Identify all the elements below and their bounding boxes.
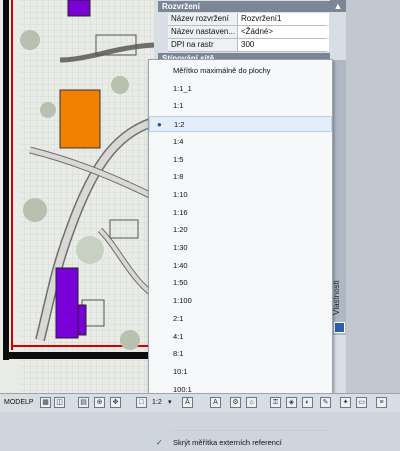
scale-menu-item[interactable]: 8:1 xyxy=(149,346,332,362)
chevron-down-icon[interactable]: ▾ xyxy=(168,397,172,409)
scale-menu-item-label: 1:100 xyxy=(173,296,192,306)
property-value[interactable]: 300 xyxy=(238,39,329,51)
palette-title: Vlastnosti xyxy=(332,280,341,315)
scale-menu-item-label: 1:16 xyxy=(173,207,188,217)
scale-menu-item[interactable]: 1:100 xyxy=(149,293,332,309)
customization-icon[interactable]: ≡ xyxy=(376,397,387,408)
menu-separator xyxy=(171,430,329,431)
scale-menu-item[interactable]: Měřítko maximálně do plochy xyxy=(149,63,332,79)
property-value[interactable]: <Žádné> xyxy=(238,26,329,38)
auto-scale-icon[interactable]: A xyxy=(210,397,221,408)
model-space-icon[interactable]: ▤ xyxy=(78,397,89,408)
drawing-canvas[interactable] xyxy=(0,0,160,393)
hide-xref-scales-toggle[interactable]: ✓ Skrýt měřítka externích referencí xyxy=(149,435,332,451)
section-header-layout[interactable]: Rozvržení xyxy=(158,1,330,12)
property-key: Název rozvržení xyxy=(168,13,238,25)
scale-menu-item[interactable]: 2:1 xyxy=(149,311,332,327)
property-row-layout-name[interactable]: Název rozvržení Rozvržení1 xyxy=(168,13,329,26)
scale-menu-item-label: 1:50 xyxy=(173,278,188,288)
scale-menu-item-label: 1:8 xyxy=(173,172,184,182)
collapse-icon[interactable]: ▲ xyxy=(330,0,346,12)
scale-menu-item-label: 1:40 xyxy=(173,260,188,270)
selected-bullet-icon: ● xyxy=(157,120,162,130)
property-row-dpi[interactable]: DPI na rastr 300 xyxy=(168,39,329,52)
scale-menu-item[interactable]: 10:1 xyxy=(149,364,332,380)
scale-menu-item[interactable]: 1:16 xyxy=(149,205,332,221)
scale-menu-item-label: 1:20 xyxy=(173,225,188,235)
scale-menu-item-label: 2:1 xyxy=(173,313,184,323)
scale-menu-item[interactable]: 1:1 xyxy=(149,98,332,114)
toolbar-lock-icon[interactable]: ⚿ xyxy=(270,397,281,408)
model-layout-toggle[interactable]: MODELP xyxy=(4,397,34,409)
scale-menu-item[interactable]: 1:4 xyxy=(149,134,332,150)
wrench-icon[interactable]: ✎ xyxy=(320,397,331,408)
scale-menu-item[interactable]: 1:10 xyxy=(149,187,332,203)
property-row-page-setup[interactable]: Název nastaven... <Žádné> xyxy=(168,26,329,39)
hide-xref-scales-label: Skrýt měřítka externích referencí xyxy=(173,438,282,447)
scale-menu-item-label: 1:2 xyxy=(174,120,185,130)
scale-menu-item-label: Měřítko maximálně do plochy xyxy=(173,66,271,75)
annotation-visibility-icon[interactable]: Å xyxy=(182,397,193,408)
pan-icon[interactable]: ✥ xyxy=(110,397,121,408)
properties-icon[interactable] xyxy=(334,322,345,333)
annotation-scale-button[interactable]: 1:2 xyxy=(152,397,162,409)
checkmark-icon: ✓ xyxy=(156,438,163,447)
zoom-icon[interactable]: ⊕ xyxy=(94,397,105,408)
scale-menu-item[interactable]: ● 1:2 xyxy=(149,116,332,133)
property-key: DPI na rastr xyxy=(168,39,238,51)
status-bar: MODELP ▦ ◫ ▤ ⊕ ✥ □ 1:2 ▾ Å A ⚙ ⌂ ⚿ ◈ ◐ ✎… xyxy=(0,393,400,412)
layout-icon[interactable]: ▦ xyxy=(40,397,51,408)
scale-menu-item[interactable]: 1:5 xyxy=(149,152,332,168)
scale-menu-item[interactable]: 4:1 xyxy=(149,329,332,345)
scale-menu-item[interactable]: 1:8 xyxy=(149,169,332,185)
scale-menu-item[interactable]: 1:50 xyxy=(149,275,332,291)
lightbulb-icon[interactable]: ✦ xyxy=(340,397,351,408)
workspace-icon[interactable]: ⚙ xyxy=(230,397,241,408)
quick-view-icon[interactable]: ◫ xyxy=(54,397,65,408)
scale-menu-item-label: 1:1_1 xyxy=(173,83,192,93)
scale-menu-item[interactable]: 1:20 xyxy=(149,222,332,238)
isolate-objects-icon[interactable]: ◐ xyxy=(302,397,313,408)
map-drawing xyxy=(0,0,160,393)
property-value[interactable]: Rozvržení1 xyxy=(238,13,329,25)
scale-menu-item-label: 1:4 xyxy=(173,136,184,146)
scale-menu-item-label: 4:1 xyxy=(173,331,184,341)
scale-dropdown-menu: Měřítko maximálně do plochy 1:1_1 1:1 ● 1:2 1… xyxy=(148,59,333,447)
hardware-acceleration-icon[interactable]: ◈ xyxy=(286,397,297,408)
scale-menu-item-label: 8:1 xyxy=(173,349,184,359)
scale-menu-item-label: 1:10 xyxy=(173,189,188,199)
property-key: Název nastaven... xyxy=(168,26,238,38)
scale-menu-item-label: 1:1 xyxy=(173,101,184,111)
scale-menu-item-label: 1:5 xyxy=(173,154,184,164)
scale-menu-item-label: 10:1 xyxy=(173,366,188,376)
scale-menu-item[interactable]: 1:30 xyxy=(149,240,332,256)
viewport-icon[interactable]: □ xyxy=(136,397,147,408)
scale-menu-item-label: 1:30 xyxy=(173,243,188,252)
scale-menu-item[interactable]: 1:1_1 xyxy=(149,81,332,97)
lock-icon[interactable]: ⌂ xyxy=(246,397,257,408)
side-panel xyxy=(346,0,400,393)
scale-menu-item[interactable]: 1:40 xyxy=(149,258,332,274)
section-header-label: Rozvržení xyxy=(162,2,200,11)
clean-screen-icon[interactable]: ▭ xyxy=(356,397,367,408)
